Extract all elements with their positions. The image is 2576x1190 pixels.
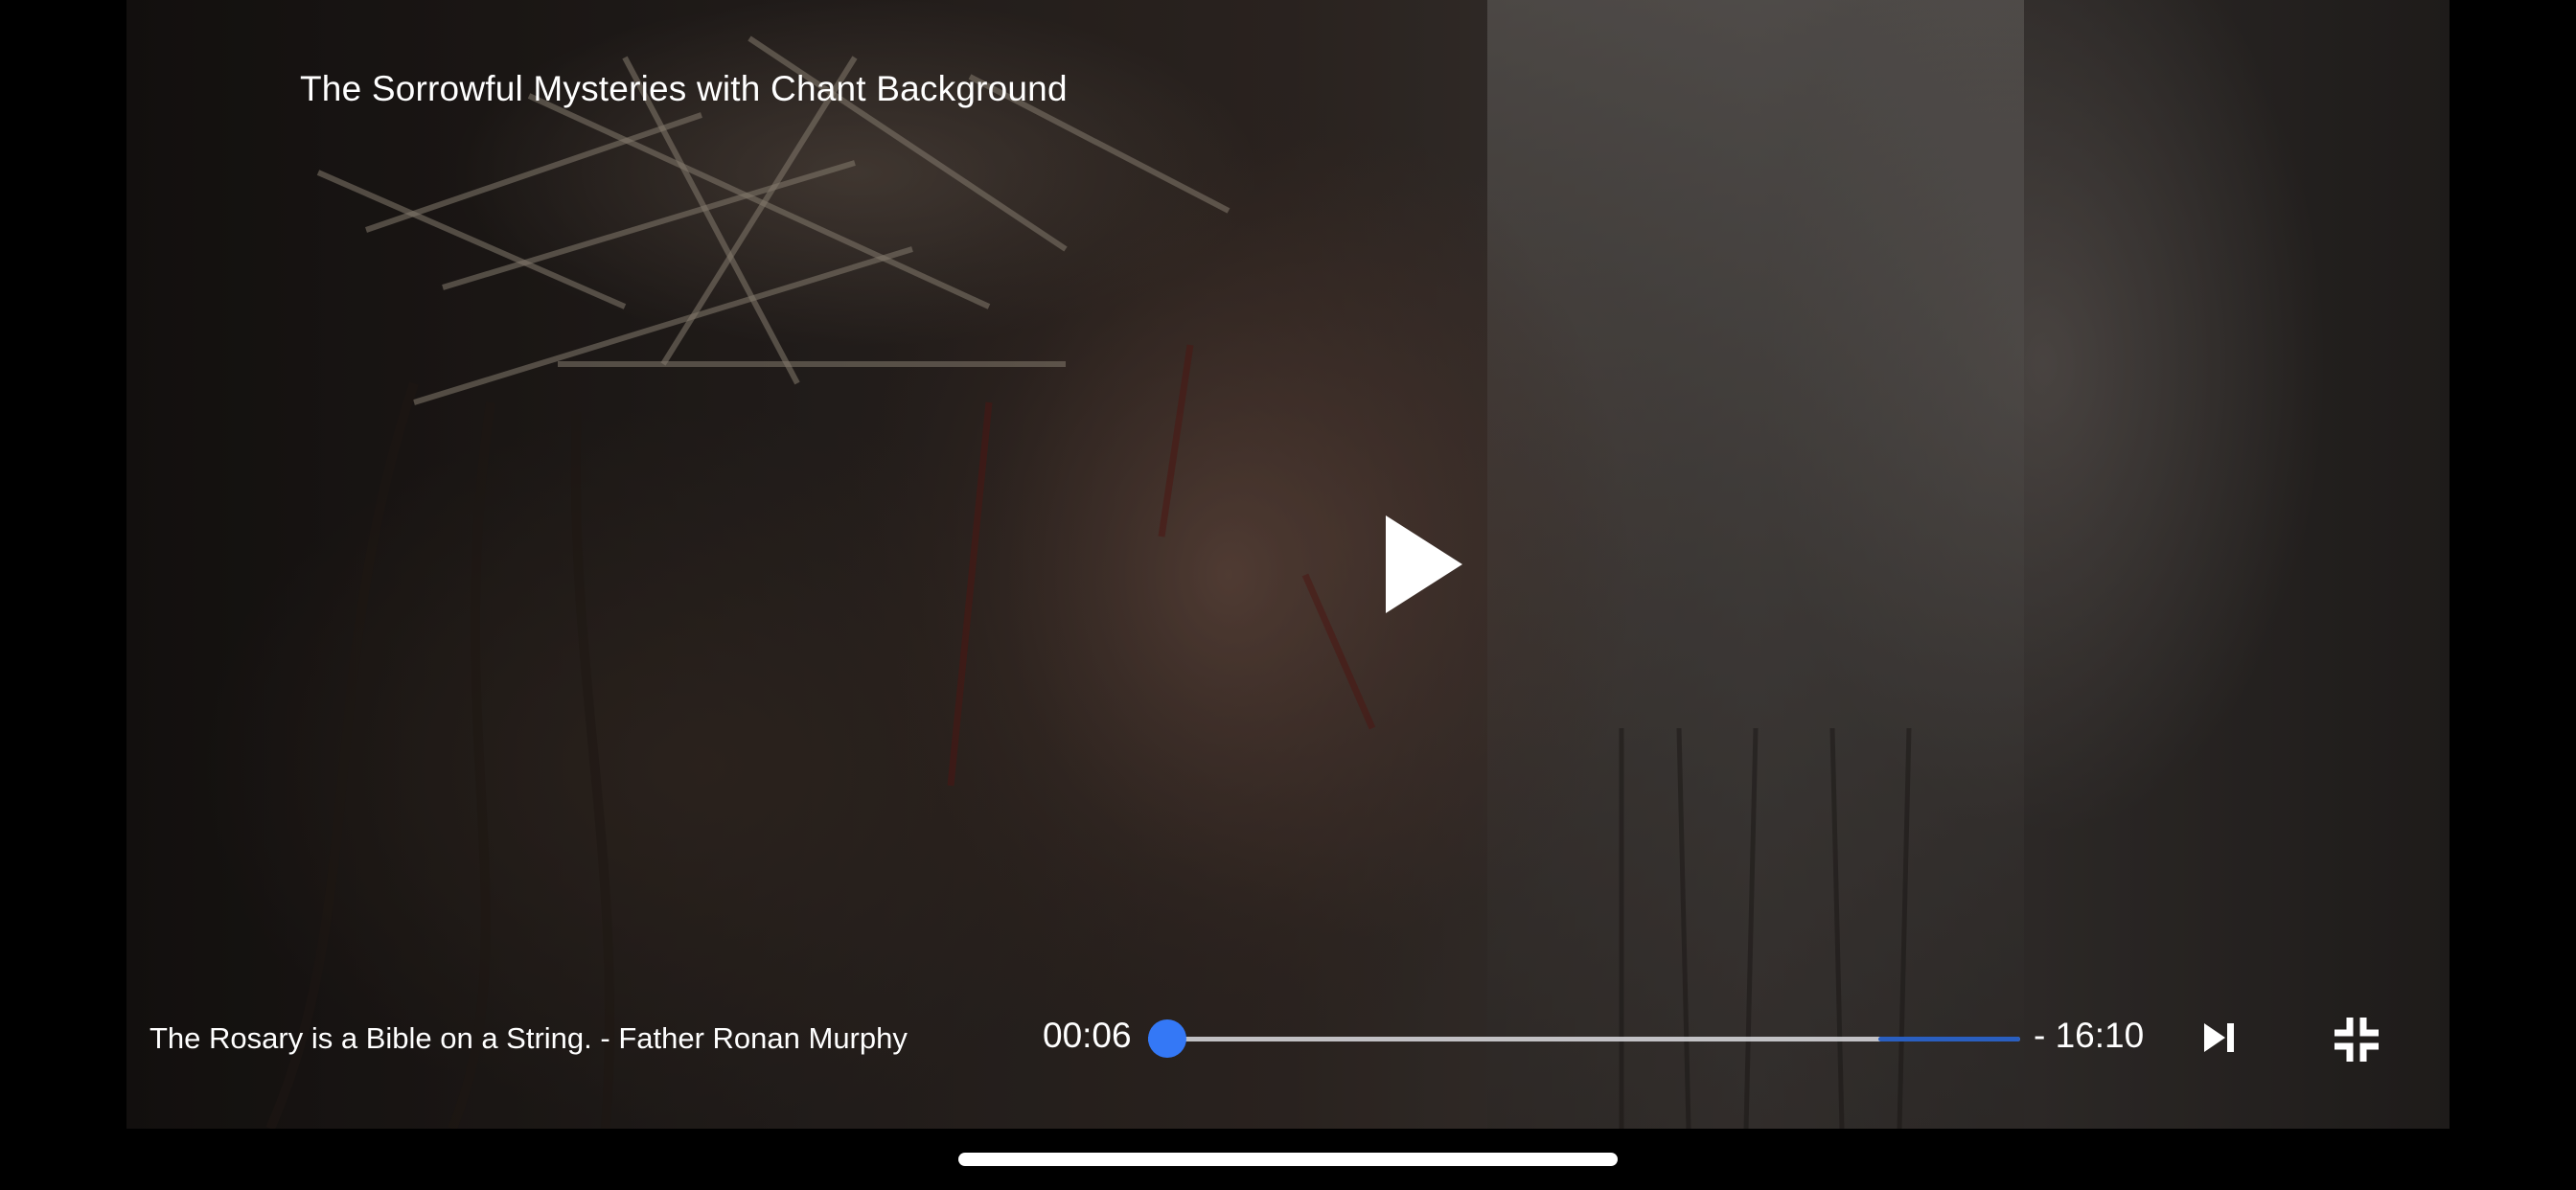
exit-fullscreen-icon [2334, 1017, 2380, 1063]
player-screen: The Sorrowful Mysteries with Chant Backg… [0, 0, 2576, 1190]
play-button[interactable] [1382, 512, 1468, 617]
play-icon [1386, 515, 1462, 613]
elapsed-time: 00:06 [1043, 1016, 1132, 1055]
video-title: The Sorrowful Mysteries with Chant Backg… [300, 69, 1068, 108]
exit-fullscreen-button[interactable] [2334, 1017, 2380, 1063]
video-still-image [126, 0, 2450, 1129]
home-indicator[interactable] [958, 1153, 1618, 1166]
buffered-bar [1877, 1037, 2020, 1041]
video-frame[interactable]: The Sorrowful Mysteries with Chant Backg… [126, 0, 2450, 1129]
progress-slider[interactable] [1148, 1019, 2020, 1058]
progress-thumb[interactable] [1148, 1019, 1186, 1058]
video-caption: The Rosary is a Bible on a String. - Fat… [150, 1021, 908, 1055]
skip-next-icon [2204, 1023, 2234, 1052]
skip-next-button[interactable] [2202, 1021, 2237, 1054]
remaining-time: - 16:10 [2034, 1016, 2145, 1055]
